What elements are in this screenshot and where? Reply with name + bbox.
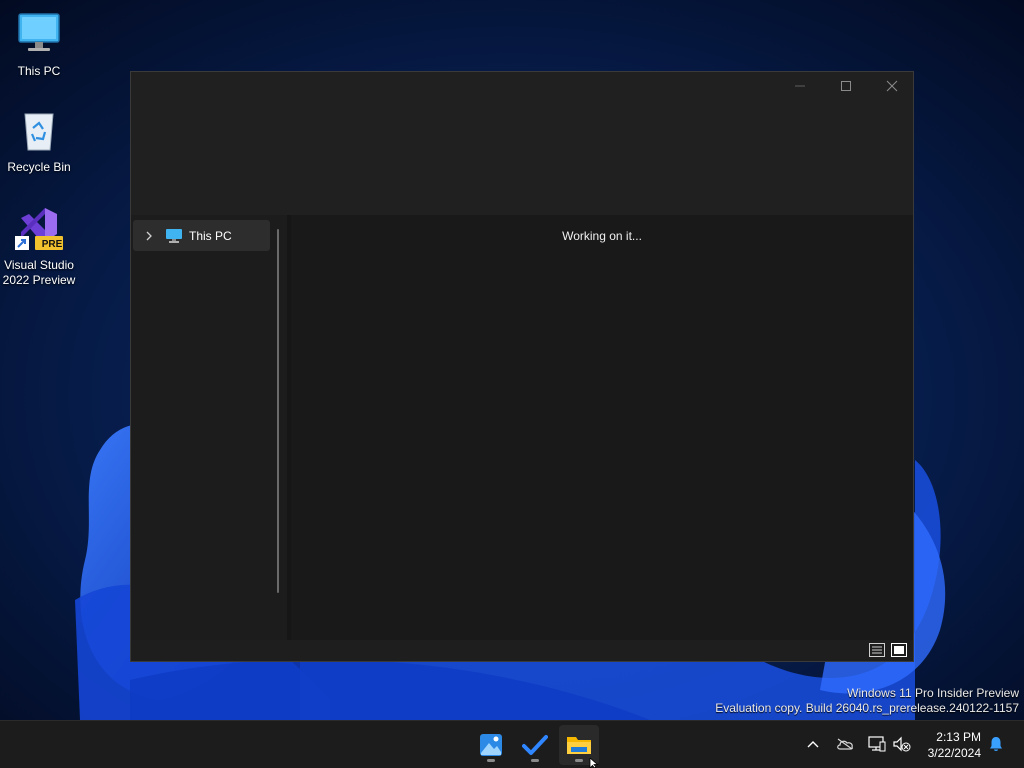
large-icons-view-icon[interactable] xyxy=(891,643,907,657)
chevron-up-icon xyxy=(807,741,819,748)
desktop-icon-this-pc[interactable]: This PC xyxy=(0,10,78,79)
details-view-icon[interactable] xyxy=(869,643,885,657)
desktop-icon-label: 2022 Preview xyxy=(2,273,76,287)
todo-icon xyxy=(522,735,548,755)
volume-tray-button[interactable] xyxy=(892,734,912,754)
nav-pane-scrollbar[interactable] xyxy=(277,229,279,593)
photos-icon xyxy=(480,734,502,756)
desktop-icon-visual-studio[interactable]: PRE Visual Studio 2022 Preview xyxy=(0,204,78,288)
network-tray-button[interactable] xyxy=(867,734,887,754)
mouse-cursor-icon xyxy=(589,758,599,768)
nav-item-label: This PC xyxy=(189,228,232,243)
title-bar[interactable] xyxy=(131,72,913,215)
maximize-button[interactable] xyxy=(823,72,869,100)
network-icon xyxy=(868,736,886,752)
recycle-bin-icon xyxy=(24,113,54,151)
onedrive-offline-icon xyxy=(837,738,853,750)
clock-date: 3/22/2024 xyxy=(927,746,981,760)
watermark-line-1: Windows 11 Pro Insider Preview xyxy=(847,686,1019,700)
vs-pre-badge: PRE xyxy=(41,239,63,250)
close-icon xyxy=(886,80,898,92)
volume-muted-icon xyxy=(893,736,911,752)
status-bar xyxy=(131,640,913,661)
notifications-button[interactable] xyxy=(986,734,1006,754)
content-pane[interactable]: Working on it... xyxy=(291,215,913,640)
taskbar-clock[interactable]: 2:13 PM 3/22/2024 xyxy=(928,729,981,761)
notifications-icon xyxy=(990,737,1002,751)
maximize-icon xyxy=(841,81,851,91)
monitor-icon xyxy=(18,13,60,51)
minimize-button[interactable] xyxy=(777,72,823,100)
monitor-icon xyxy=(166,228,182,243)
taskbar[interactable]: 2:13 PM 3/22/2024 xyxy=(0,720,1024,768)
nav-item-this-pc[interactable]: This PC xyxy=(133,220,270,251)
file-explorer-window[interactable]: This PC Working on it... xyxy=(130,71,914,662)
chevron-right-icon[interactable] xyxy=(137,231,161,241)
close-button[interactable] xyxy=(869,72,915,100)
desktop-icon-label: Recycle Bin xyxy=(7,160,71,174)
evaluation-watermark: Windows 11 Pro Insider Preview Evaluatio… xyxy=(715,686,1019,716)
navigation-pane[interactable]: This PC xyxy=(131,215,287,640)
desktop-icon-recycle-bin[interactable]: Recycle Bin xyxy=(0,106,78,175)
taskbar-app-photos[interactable] xyxy=(471,725,511,765)
clock-time: 2:13 PM xyxy=(936,730,981,744)
loading-status: Working on it... xyxy=(562,229,642,243)
running-indicator xyxy=(575,759,583,762)
desktop-icon-label: Visual Studio xyxy=(4,258,74,272)
taskbar-app-todo[interactable] xyxy=(515,725,555,765)
running-indicator xyxy=(531,759,539,762)
running-indicator xyxy=(487,759,495,762)
onedrive-tray-button[interactable] xyxy=(835,734,855,754)
desktop-icon-label: This PC xyxy=(17,64,61,78)
watermark-line-2: Evaluation copy. Build 26040.rs_prerelea… xyxy=(715,701,1019,715)
file-explorer-icon xyxy=(567,737,591,754)
show-hidden-icons-button[interactable] xyxy=(803,734,823,754)
minimize-icon xyxy=(795,85,805,87)
